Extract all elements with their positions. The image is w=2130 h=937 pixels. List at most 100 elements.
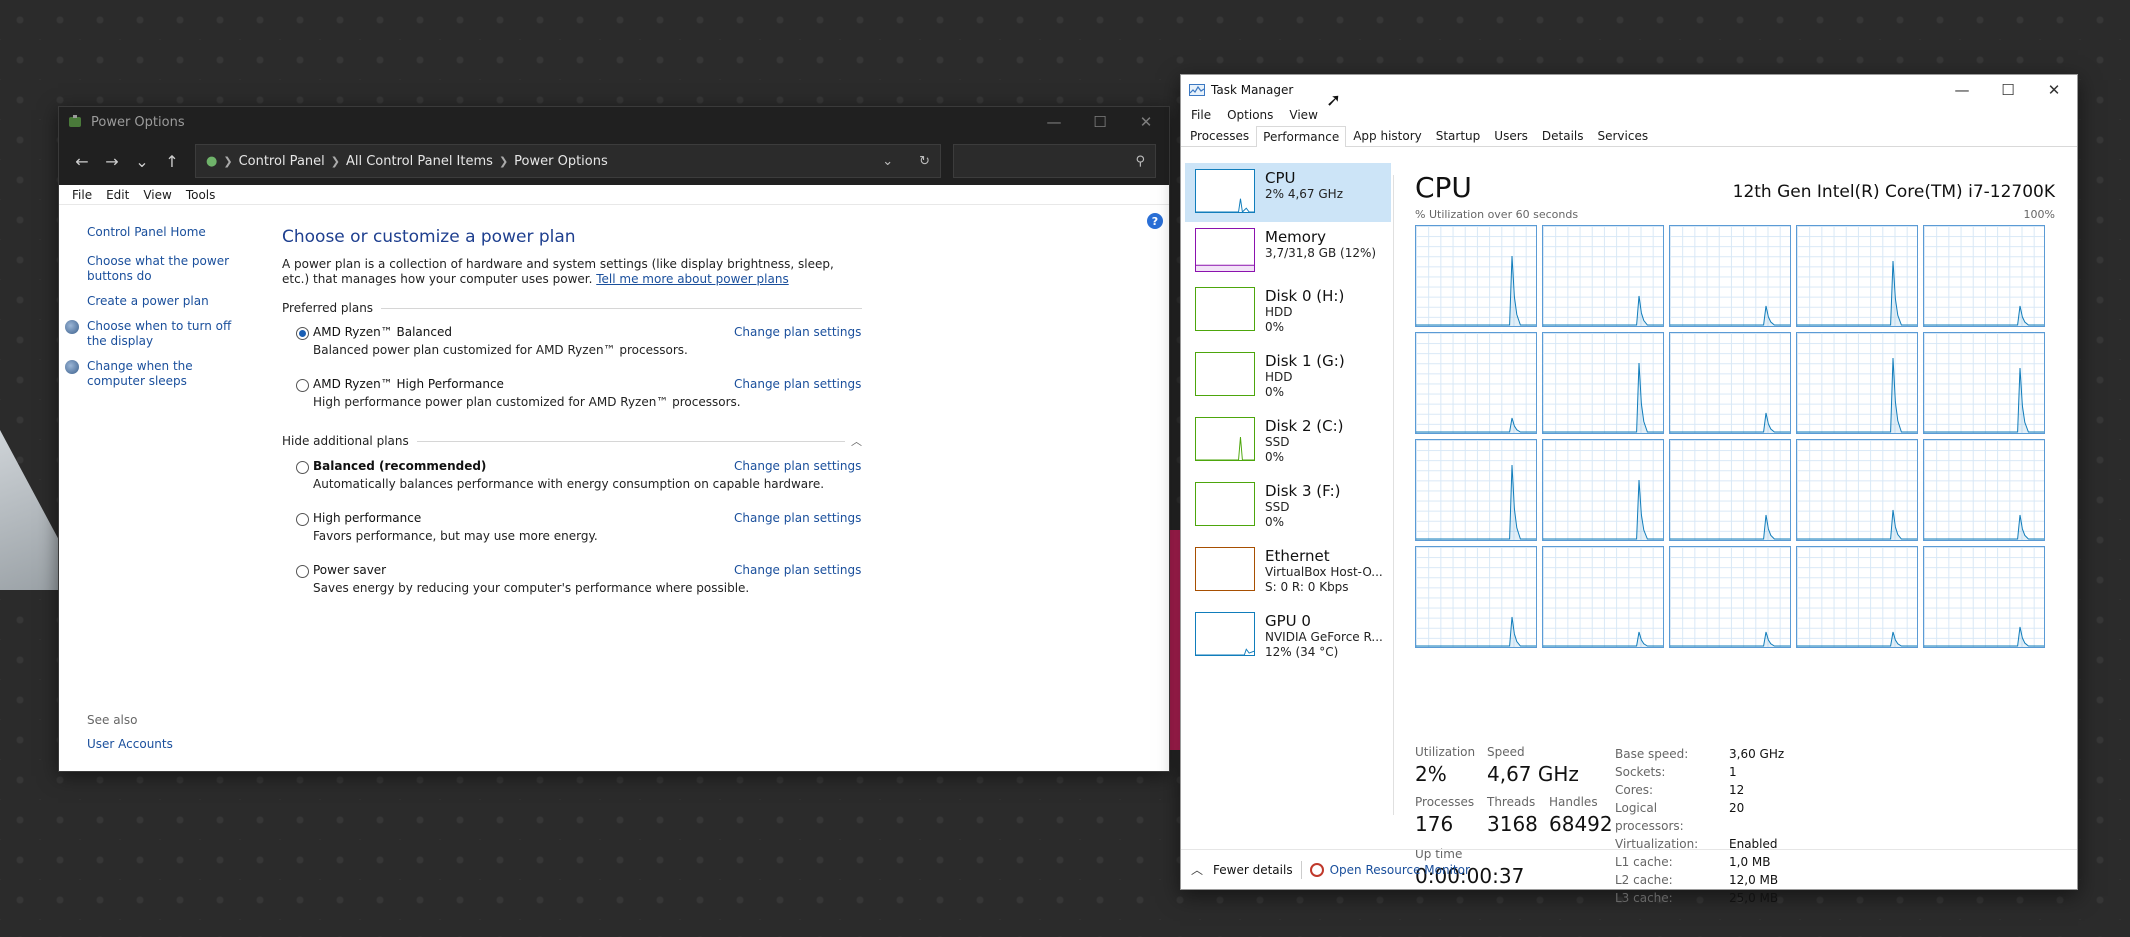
spec-row: L3 cache: 25,0 MB xyxy=(1615,889,1784,907)
plan-radio[interactable] xyxy=(296,565,309,578)
address-box[interactable]: ● ❯ Control Panel ❯ All Control Panel It… xyxy=(195,144,941,178)
resource-item[interactable]: Disk 2 (C:) SSD 0% xyxy=(1185,411,1391,476)
fewer-details-button[interactable]: ︿ Fewer details xyxy=(1191,861,1293,878)
tm-menu-options[interactable]: Options xyxy=(1219,108,1281,122)
spec-key: Logical processors: xyxy=(1615,801,1684,833)
spec-row: Logical processors: 20 xyxy=(1615,799,1784,835)
resource-thumbnail-graph xyxy=(1195,612,1255,656)
resource-detail: SSD xyxy=(1265,500,1290,514)
plan-radio[interactable] xyxy=(296,461,309,474)
resource-detail: 0% xyxy=(1265,450,1285,464)
breadcrumb-all-items[interactable]: All Control Panel Items xyxy=(346,154,493,169)
tm-menu-view[interactable]: View xyxy=(1281,108,1325,122)
forward-arrow-icon[interactable]: → xyxy=(97,152,127,171)
breadcrumb-separator-icon: ❯ xyxy=(498,154,509,168)
resource-item[interactable]: Disk 0 (H:) HDD 0% xyxy=(1185,281,1391,346)
tm-menu-file[interactable]: File xyxy=(1183,108,1219,122)
power-options-titlebar[interactable]: Power Options — ☐ ✕ xyxy=(59,107,1169,137)
menu-tools[interactable]: Tools xyxy=(179,188,223,202)
tab-performance[interactable]: Performance xyxy=(1256,126,1347,147)
spec-value: 25,0 MB xyxy=(1729,891,1779,905)
address-bar-row: ← → ⌄ ↑ ● ❯ Control Panel ❯ All Control … xyxy=(59,137,1169,185)
tasks-pane: Control Panel Home Choose what the power… xyxy=(59,205,274,772)
maximize-button[interactable]: ☐ xyxy=(1077,107,1123,137)
computer-sleeps-link[interactable]: Change when the computer sleeps xyxy=(65,359,237,389)
power-plan-item[interactable]: High performance Favors performance, but … xyxy=(282,511,862,553)
change-plan-settings-link[interactable]: Change plan settings xyxy=(734,377,861,391)
tab-startup[interactable]: Startup xyxy=(1429,125,1488,146)
utilization-value: 2% xyxy=(1415,762,1447,786)
menu-file[interactable]: File xyxy=(65,188,99,202)
maximize-button[interactable]: ☐ xyxy=(1985,75,2031,105)
page-title: Choose or customize a power plan xyxy=(282,227,576,247)
task-manager-title: Task Manager xyxy=(1211,83,1294,97)
turn-off-display-link[interactable]: Choose when to turn off the display xyxy=(65,319,243,349)
breadcrumb-power-options[interactable]: Power Options xyxy=(514,154,608,169)
chevron-up-icon[interactable]: ︿ xyxy=(851,433,862,449)
resource-item[interactable]: Ethernet VirtualBox Host-O... S: 0 R: 0 Kb… xyxy=(1185,541,1391,606)
hide-additional-plans-label: Hide additional plans xyxy=(282,434,409,448)
create-power-plan-link[interactable]: Create a power plan xyxy=(87,294,274,309)
change-plan-settings-link[interactable]: Change plan settings xyxy=(734,563,861,577)
task-manager-window[interactable]: Task Manager — ☐ ✕ File Options View Pro… xyxy=(1180,74,2078,905)
breadcrumb-control-panel[interactable]: Control Panel xyxy=(239,154,325,169)
user-accounts-link[interactable]: User Accounts xyxy=(87,737,173,751)
learn-more-link[interactable]: Tell me more about power plans xyxy=(596,272,788,286)
tab-users[interactable]: Users xyxy=(1487,125,1535,146)
task-manager-icon xyxy=(1189,84,1205,96)
close-button[interactable]: ✕ xyxy=(2031,75,2077,105)
resource-item[interactable]: Disk 3 (F:) SSD 0% xyxy=(1185,476,1391,541)
tab-processes[interactable]: Processes xyxy=(1183,125,1256,146)
logical-processor-graphs[interactable] xyxy=(1415,225,2055,648)
open-resource-monitor-label: Open Resource Monitor xyxy=(1329,862,1470,877)
power-options-window[interactable]: Power Options — ☐ ✕ ← → ⌄ ↑ ● ❯ Control … xyxy=(58,106,1170,772)
resource-name: Disk 0 (H:) xyxy=(1265,287,1345,305)
resource-item[interactable]: GPU 0 NVIDIA GeForce R... 12% (34 °C) xyxy=(1185,606,1391,671)
power-plan-item[interactable]: AMD Ryzen™ High Performance High performa… xyxy=(282,377,862,419)
menu-view[interactable]: View xyxy=(136,188,178,202)
resource-item[interactable]: Disk 1 (G:) HDD 0% xyxy=(1185,346,1391,411)
plan-desc: Automatically balances performance with … xyxy=(313,477,825,491)
open-resource-monitor-link[interactable]: Open Resource Monitor xyxy=(1309,862,1470,877)
resource-item[interactable]: Memory 3,7/31,8 GB (12%) xyxy=(1185,222,1391,281)
up-arrow-icon[interactable]: ↑ xyxy=(157,152,187,171)
help-icon[interactable]: ? xyxy=(1147,213,1163,229)
breadcrumb-separator-icon: ❯ xyxy=(330,154,340,168)
hide-additional-plans-header[interactable]: Hide additional plans ︿ xyxy=(282,433,862,449)
fewer-details-label: Fewer details xyxy=(1213,862,1293,877)
power-options-icon xyxy=(69,115,81,127)
power-buttons-link[interactable]: Choose what the power buttons do xyxy=(87,254,237,284)
address-dropdown-icon[interactable]: ⌄ xyxy=(882,154,893,169)
display-shield-icon xyxy=(65,320,79,334)
power-plan-item[interactable]: Power saver Saves energy by reducing your… xyxy=(282,563,862,605)
menu-edit[interactable]: Edit xyxy=(99,188,136,202)
resource-item[interactable]: CPU 2% 4,67 GHz xyxy=(1185,163,1391,222)
spec-row: Base speed: 3,60 GHz xyxy=(1615,745,1784,763)
search-icon: ⚲ xyxy=(1135,153,1145,169)
pane-divider[interactable] xyxy=(1393,175,1394,815)
minimize-button[interactable]: — xyxy=(1939,75,1985,105)
change-plan-settings-link[interactable]: Change plan settings xyxy=(734,511,861,525)
recent-locations-chevron-icon[interactable]: ⌄ xyxy=(127,152,157,171)
refresh-icon[interactable]: ↻ xyxy=(919,154,930,169)
preferred-plans-header: Preferred plans xyxy=(282,301,862,315)
tab-app-history[interactable]: App history xyxy=(1346,125,1429,146)
back-arrow-icon[interactable]: ← xyxy=(67,152,97,171)
minimize-button[interactable]: — xyxy=(1031,107,1077,137)
plan-radio[interactable] xyxy=(296,379,309,392)
resource-detail: 0% xyxy=(1265,320,1285,334)
close-button[interactable]: ✕ xyxy=(1123,107,1169,137)
task-manager-titlebar[interactable]: Task Manager — ☐ ✕ xyxy=(1181,75,2077,105)
power-plan-item[interactable]: Balanced (recommended) Automatically bala… xyxy=(282,459,862,501)
tab-services[interactable]: Services xyxy=(1591,125,1656,146)
plan-radio[interactable] xyxy=(296,327,309,340)
control-panel-home-link[interactable]: Control Panel Home xyxy=(87,225,274,240)
tab-details[interactable]: Details xyxy=(1535,125,1591,146)
power-plan-item[interactable]: AMD Ryzen™ Balanced Balanced power plan c… xyxy=(282,325,862,367)
change-plan-settings-link[interactable]: Change plan settings xyxy=(734,325,861,339)
computer-sleeps-label: Change when the computer sleeps xyxy=(87,359,193,388)
plan-radio[interactable] xyxy=(296,513,309,526)
search-input[interactable]: ⚲ xyxy=(953,144,1156,178)
change-plan-settings-link[interactable]: Change plan settings xyxy=(734,459,861,473)
power-options-content: Control Panel Home Choose what the power… xyxy=(59,205,1169,772)
